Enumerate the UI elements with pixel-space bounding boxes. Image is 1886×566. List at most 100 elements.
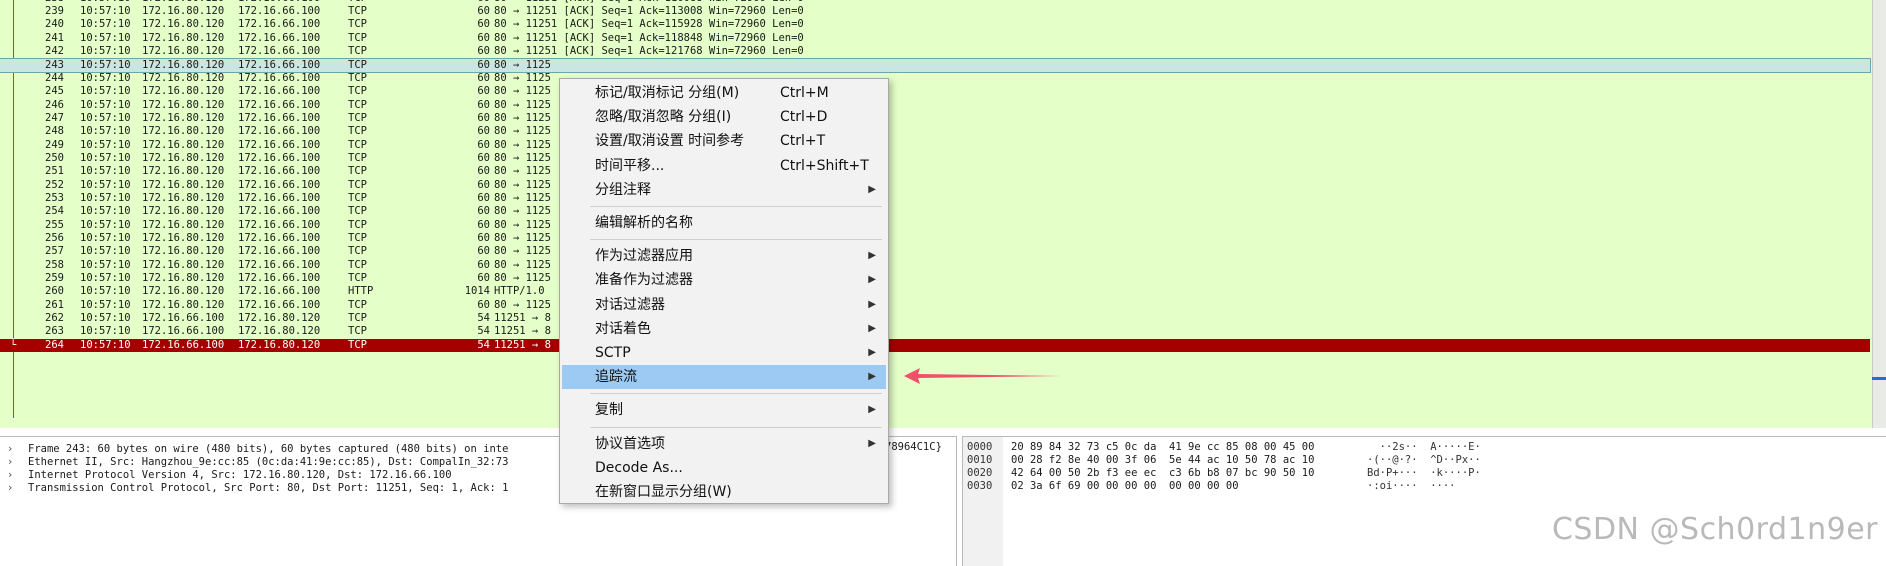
packet-time: 10:57:10 (80, 139, 131, 151)
menu-item[interactable]: 作为过滤器应用 ▶ (562, 244, 886, 268)
packet-row[interactable]: 239 10:57:10 172.16.80.120 172.16.66.100 TCP… (0, 5, 1870, 18)
packet-info: 80 → 11251 [ACK] Seq=1 Ack=121768 Win=72… (494, 45, 804, 57)
packet-row[interactable]: 255 10:57:10 172.16.80.120 172.16.66.100 TCP… (0, 219, 1870, 232)
chevron-right-icon: ▶ (868, 183, 876, 195)
packet-row[interactable]: 244 10:57:10 172.16.80.120 172.16.66.100 TCP… (0, 72, 1870, 85)
packet-length: 54 (477, 312, 490, 324)
packet-row[interactable]: 245 10:57:10 172.16.80.120 172.16.66.100 TCP… (0, 85, 1870, 98)
packet-number: 241 (45, 32, 64, 44)
context-menu[interactable]: 标记/取消标记 分组(M) Ctrl+M 忽略/取消忽略 分组(I) Ctrl+D 设置… (559, 78, 889, 504)
packet-row[interactable]: 254 10:57:10 172.16.80.120 172.16.66.100 TCP… (0, 205, 1870, 218)
packet-destination: 172.16.66.100 (238, 232, 321, 244)
packet-row[interactable]: 252 10:57:10 172.16.80.120 172.16.66.100 TCP… (0, 179, 1870, 192)
packet-length: 60 (477, 179, 490, 191)
menu-item[interactable]: 对话着色 ▶ (562, 317, 886, 341)
packet-number: 240 (45, 18, 64, 30)
packet-source: 172.16.80.120 (142, 59, 225, 71)
packet-row[interactable]: 242 10:57:10 172.16.80.120 172.16.66.100 TCP… (0, 45, 1870, 58)
packet-row[interactable]: 263 10:57:10 172.16.66.100 172.16.80.120 TCP… (0, 325, 1870, 338)
packet-protocol: TCP (348, 99, 367, 111)
packet-destination: 172.16.66.100 (238, 259, 321, 271)
packet-row[interactable]: 246 10:57:10 172.16.80.120 172.16.66.100 TCP… (0, 99, 1870, 112)
menu-item[interactable]: 时间平移... Ctrl+Shift+T (562, 154, 886, 178)
menu-item[interactable]: Decode As... (562, 456, 886, 480)
packet-number: 242 (45, 45, 64, 57)
tree-expand-icon[interactable]: › (8, 480, 12, 496)
packet-protocol: TCP (348, 152, 367, 164)
packet-row[interactable]: 250 10:57:10 172.16.80.120 172.16.66.100 TCP… (0, 152, 1870, 165)
packet-number: 247 (45, 112, 64, 124)
packet-destination: 172.16.66.100 (238, 219, 321, 231)
packet-row[interactable]: 241 10:57:10 172.16.80.120 172.16.66.100 TCP… (0, 32, 1870, 45)
packet-row[interactable]: └ 264 10:57:10 172.16.66.100 172.16.80.120 TC… (0, 339, 1870, 352)
menu-item[interactable]: 追踪流 ▶ (562, 365, 886, 390)
packet-protocol: TCP (348, 112, 367, 124)
menu-item-label: 对话过滤器 (595, 296, 665, 313)
packet-protocol: TCP (348, 259, 367, 271)
packet-row[interactable]: 251 10:57:10 172.16.80.120 172.16.66.100 TCP… (0, 165, 1870, 178)
packet-row[interactable]: 248 10:57:10 172.16.80.120 172.16.66.100 TCP… (0, 125, 1870, 138)
packet-protocol: HTTP (348, 285, 374, 297)
menu-item-label: 设置/取消设置 时间参考 (595, 133, 745, 150)
packet-row[interactable]: 262 10:57:10 172.16.66.100 172.16.80.120 TCP… (0, 312, 1870, 325)
menu-item-shortcut: Ctrl+D (780, 109, 828, 126)
packet-row[interactable]: 258 10:57:10 172.16.80.120 172.16.66.100 TCP… (0, 259, 1870, 272)
packet-number: 262 (45, 312, 64, 324)
packet-protocol: TCP (348, 165, 367, 177)
chevron-right-icon: ▶ (868, 250, 876, 262)
menu-item-label: 协议首选项 (595, 435, 665, 452)
packet-row[interactable]: 253 10:57:10 172.16.80.120 172.16.66.100 TCP… (0, 192, 1870, 205)
packet-protocol: TCP (348, 219, 367, 231)
packet-time: 10:57:10 (80, 259, 131, 271)
packet-number: 255 (45, 219, 64, 231)
packet-row[interactable]: 249 10:57:10 172.16.80.120 172.16.66.100 TCP… (0, 139, 1870, 152)
packet-source: 172.16.80.120 (142, 245, 225, 257)
packet-row[interactable]: 257 10:57:10 172.16.80.120 172.16.66.100 TCP… (0, 245, 1870, 258)
hex-ascii: ·(··@·?· ^D··Px·· (1367, 454, 1481, 466)
packet-info: 80 → 11251 [ACK] Seq=1 Ack=113008 Win=72… (494, 5, 804, 17)
hex-offset: 0020 (967, 467, 993, 479)
packet-length: 60 (477, 232, 490, 244)
packet-time: 10:57:10 (80, 18, 131, 30)
packet-row[interactable]: 243 10:57:10 172.16.80.120 172.16.66.100 TCP… (0, 58, 1871, 73)
menu-item[interactable]: 忽略/取消忽略 分组(I) Ctrl+D (562, 105, 886, 129)
details-tree-label: Transmission Control Protocol, Src Port:… (28, 482, 509, 494)
packet-length: 60 (477, 192, 490, 204)
menu-item[interactable]: 对话过滤器 ▶ (562, 293, 886, 317)
packet-length: 60 (477, 152, 490, 164)
packet-time: 10:57:10 (80, 232, 131, 244)
packet-row[interactable]: 259 10:57:10 172.16.80.120 172.16.66.100 TCP… (0, 272, 1870, 285)
menu-item[interactable]: SCTP ▶ (562, 341, 886, 365)
packet-protocol: TCP (348, 205, 367, 217)
menu-item[interactable]: 标记/取消标记 分组(M) Ctrl+M (562, 81, 886, 105)
packet-source: 172.16.80.120 (142, 99, 225, 111)
packet-destination: 172.16.66.100 (238, 192, 321, 204)
menu-item[interactable]: 准备作为过滤器 ▶ (562, 268, 886, 292)
packet-protocol: TCP (348, 32, 367, 44)
menu-item[interactable]: 在新窗口显示分组(W) (562, 480, 886, 504)
packet-row[interactable]: 261 10:57:10 172.16.80.120 172.16.66.100 TCP… (0, 299, 1870, 312)
packet-list-scrollbar[interactable] (1872, 0, 1886, 428)
menu-item[interactable]: 设置/取消设置 时间参考 Ctrl+T (562, 129, 886, 153)
packet-destination: 172.16.66.100 (238, 179, 321, 191)
menu-item[interactable]: 编辑解析的名称 (562, 211, 886, 235)
packet-row[interactable]: 247 10:57:10 172.16.80.120 172.16.66.100 TCP… (0, 112, 1870, 125)
menu-item[interactable]: 复制 ▶ (562, 398, 886, 422)
packet-number: 254 (45, 205, 64, 217)
packet-destination: 172.16.66.100 (238, 152, 321, 164)
chevron-right-icon: ▶ (868, 274, 876, 286)
menu-item[interactable]: 分组注释 ▶ (562, 178, 886, 202)
packet-protocol: TCP (348, 18, 367, 30)
packet-destination: 172.16.66.100 (238, 18, 321, 30)
packet-row[interactable]: 260 10:57:10 172.16.80.120 172.16.66.100 HTT… (0, 285, 1870, 298)
packet-row[interactable]: 240 10:57:10 172.16.80.120 172.16.66.100 TCP… (0, 18, 1870, 31)
hex-offset: 0000 (967, 441, 993, 453)
hex-ascii: ·:oi···· ···· (1367, 480, 1456, 492)
packet-time: 10:57:10 (80, 85, 131, 97)
packet-destination: 172.16.66.100 (238, 5, 321, 17)
menu-item[interactable]: 协议首选项 ▶ (562, 432, 886, 456)
packet-row[interactable]: 256 10:57:10 172.16.80.120 172.16.66.100 TCP… (0, 232, 1870, 245)
menu-item-label: 忽略/取消忽略 分组(I) (595, 109, 732, 126)
packet-time: 10:57:10 (80, 299, 131, 311)
packet-protocol: TCP (348, 125, 367, 137)
